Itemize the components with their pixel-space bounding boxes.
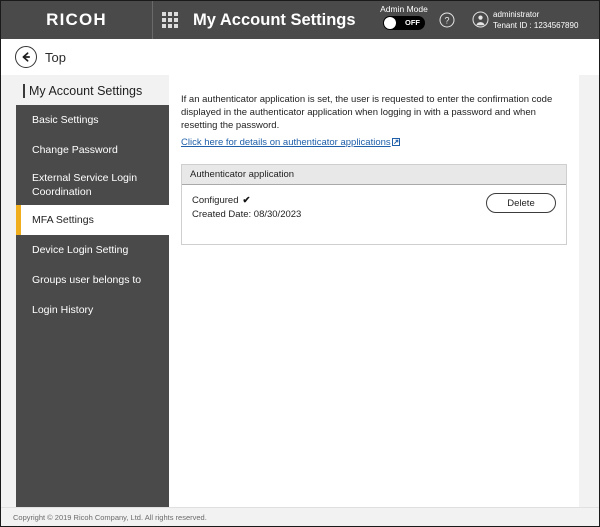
admin-mode-toggle[interactable]: OFF bbox=[383, 16, 425, 30]
sidebar-item-label: Basic Settings bbox=[32, 114, 99, 126]
sidebar-item-label: Login History bbox=[32, 304, 94, 316]
authenticator-application-panel: Authenticator application Configured ✔ Cr… bbox=[181, 164, 567, 245]
title-accent-mark bbox=[23, 84, 25, 98]
admin-mode-control: Admin Mode OFF bbox=[373, 3, 435, 30]
toggle-knob bbox=[384, 17, 396, 29]
external-link-icon bbox=[391, 138, 400, 149]
sidebar-nav: Basic Settings Change Password External … bbox=[16, 105, 169, 507]
sidebar-item-basic-settings[interactable]: Basic Settings bbox=[16, 105, 169, 135]
mfa-description: If an authenticator application is set, … bbox=[181, 94, 553, 131]
breadcrumb: Top bbox=[1, 39, 599, 75]
waffle-grid-icon bbox=[162, 12, 178, 28]
admin-mode-label: Admin Mode bbox=[380, 4, 428, 14]
tenant-id: Tenant ID : 1234567890 bbox=[493, 21, 579, 30]
sidebar-item-label: Change Password bbox=[32, 144, 118, 156]
application-window: RICOH My Account Settings Admin Mode OFF… bbox=[0, 0, 600, 527]
panel-title: Authenticator application bbox=[190, 169, 295, 180]
main-content: If an authenticator application is set, … bbox=[169, 75, 579, 507]
sidebar-item-login-history[interactable]: Login History bbox=[16, 295, 169, 325]
copyright-text: Copyright © 2019 Ricoh Company, Ltd. All… bbox=[13, 512, 207, 522]
top-bar: RICOH My Account Settings Admin Mode OFF… bbox=[1, 1, 599, 39]
breadcrumb-label[interactable]: Top bbox=[45, 50, 66, 65]
ricoh-logo: RICOH bbox=[1, 1, 153, 39]
panel-body: Configured ✔ Created Date: 08/30/2023 Del… bbox=[182, 185, 566, 244]
app-launcher-button[interactable] bbox=[153, 1, 187, 39]
checkmark-icon: ✔ bbox=[242, 195, 251, 206]
toggle-state-label: OFF bbox=[405, 18, 420, 27]
svg-text:?: ? bbox=[444, 16, 449, 26]
authenticator-docs-link[interactable]: Click here for details on authenticator … bbox=[181, 137, 400, 149]
user-avatar-icon[interactable] bbox=[472, 11, 489, 28]
back-arrow-icon[interactable] bbox=[15, 46, 37, 68]
help-icon[interactable]: ? bbox=[439, 12, 455, 28]
page-title: My Account Settings bbox=[23, 84, 142, 98]
sidebar-item-device-login-setting[interactable]: Device Login Setting bbox=[16, 235, 169, 265]
status-badge: Configured bbox=[192, 195, 239, 206]
brand-text: RICOH bbox=[46, 10, 107, 29]
sidebar-item-external-service-login-coordination[interactable]: External Service Login Coordination bbox=[16, 165, 169, 205]
delete-button[interactable]: Delete bbox=[486, 193, 556, 213]
app-title: My Account Settings bbox=[193, 10, 356, 29]
sidebar-item-change-password[interactable]: Change Password bbox=[16, 135, 169, 165]
sidebar-item-label: MFA Settings bbox=[32, 214, 94, 226]
user-info[interactable]: administrator Tenant ID : 1234567890 bbox=[493, 9, 578, 31]
sidebar-item-label: Device Login Setting bbox=[32, 244, 129, 256]
user-name: administrator bbox=[493, 10, 540, 19]
footer: Copyright © 2019 Ricoh Company, Ltd. All… bbox=[1, 507, 599, 526]
panel-header: Authenticator application bbox=[182, 165, 566, 185]
page-body: My Account Settings Basic Settings Chang… bbox=[1, 75, 599, 526]
authenticator-docs-link-label: Click here for details on authenticator … bbox=[181, 137, 391, 148]
sidebar-item-mfa-settings[interactable]: MFA Settings bbox=[16, 205, 169, 235]
sidebar-item-label: External Service Login Coordination bbox=[32, 172, 138, 198]
sidebar-item-label: Groups user belongs to bbox=[32, 274, 142, 286]
page-title-text: My Account Settings bbox=[29, 84, 143, 98]
sidebar-item-groups-user-belongs-to[interactable]: Groups user belongs to bbox=[16, 265, 169, 295]
